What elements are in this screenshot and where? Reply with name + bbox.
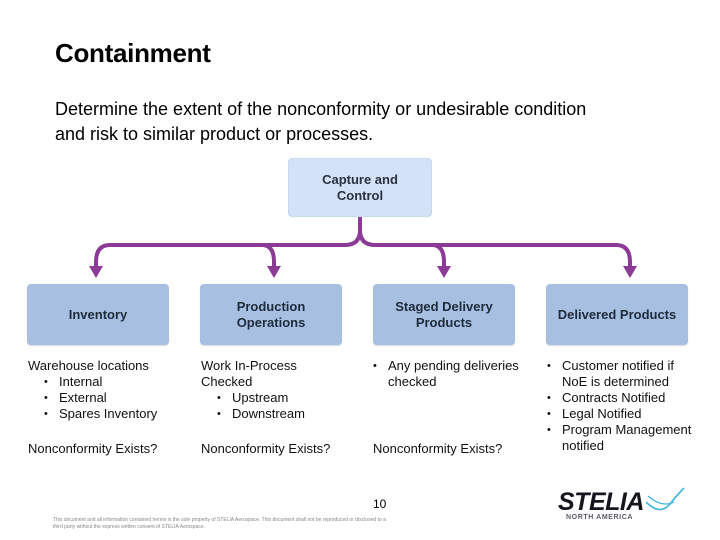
details-bullet-continuation: notified bbox=[562, 438, 604, 453]
arrowhead-4 bbox=[623, 266, 637, 278]
box-label-line: Capture and bbox=[322, 171, 398, 187]
footer-disclaimer: This document and all information contai… bbox=[53, 517, 386, 530]
logo-subtitle: NORTH AMERICA bbox=[566, 514, 634, 521]
inventory-box: Inventory bbox=[27, 284, 169, 345]
box-label-line: Inventory bbox=[68, 306, 128, 322]
delivered-products-box: Delivered Products bbox=[546, 284, 688, 345]
staged-delivery-details: Any pending deliverieschecked bbox=[373, 358, 519, 390]
details-bullet: Legal Notified bbox=[547, 406, 691, 422]
logo-wordmark: STELIA bbox=[558, 488, 644, 516]
connector-trunk bbox=[94, 215, 362, 270]
details-bullet: Contracts Notified bbox=[547, 390, 691, 406]
nonconformity-question: Nonconformity Exists? bbox=[201, 441, 331, 456]
box-label-line: Delivered Products bbox=[557, 306, 677, 322]
inventory-details: Warehouse locations Internal External Sp… bbox=[28, 358, 157, 422]
details-bullet: Program Management bbox=[547, 422, 691, 438]
details-bullet: External bbox=[44, 390, 157, 406]
connector-branch-3 bbox=[430, 243, 446, 270]
logo-swoosh-icon bbox=[646, 487, 685, 511]
details-bullet-continuation: checked bbox=[388, 374, 437, 389]
page-number: 10 bbox=[373, 497, 387, 511]
production-details: Work In-Process Checked Upstream Downstr… bbox=[201, 358, 305, 422]
staged-delivery-products-box: Staged Delivery Products bbox=[373, 284, 515, 345]
box-label-line: Staged Delivery bbox=[395, 298, 493, 314]
details-bullet: Internal bbox=[44, 374, 157, 390]
details-heading: Checked bbox=[201, 374, 253, 389]
connector-lines bbox=[89, 215, 637, 278]
box-label-line: Operations bbox=[236, 314, 306, 330]
details-bullet: Upstream bbox=[217, 390, 305, 406]
arrowhead-3 bbox=[437, 266, 451, 278]
connector-branch-2 bbox=[260, 243, 276, 270]
box-label-line: Control bbox=[336, 187, 384, 203]
production-operations-box: Production Operations bbox=[200, 284, 342, 345]
nonconformity-question: Nonconformity Exists? bbox=[373, 441, 503, 456]
details-heading: Warehouse locations bbox=[28, 358, 149, 373]
nonconformity-question: Nonconformity Exists? bbox=[28, 441, 158, 456]
details-heading: Work In-Process bbox=[201, 358, 297, 373]
box-label-line: Products bbox=[415, 314, 473, 330]
stelia-logo: STELIA NORTH AMERICA bbox=[556, 486, 696, 524]
details-bullet: Customer notified if bbox=[547, 358, 691, 374]
details-bullet: Downstream bbox=[217, 406, 305, 422]
arrowhead-1 bbox=[89, 266, 103, 278]
arrowhead-2 bbox=[267, 266, 281, 278]
capture-and-control-box: Capture and Control bbox=[288, 158, 432, 217]
details-bullet-continuation: NoE is determined bbox=[562, 374, 669, 389]
delivered-products-details: Customer notified ifNoE is determinedCon… bbox=[547, 358, 691, 454]
connector-trunk-right bbox=[358, 228, 632, 270]
box-label-line: Production bbox=[236, 298, 306, 314]
details-bullet: Any pending deliveries bbox=[373, 358, 519, 374]
details-bullet: Spares Inventory bbox=[44, 406, 157, 422]
